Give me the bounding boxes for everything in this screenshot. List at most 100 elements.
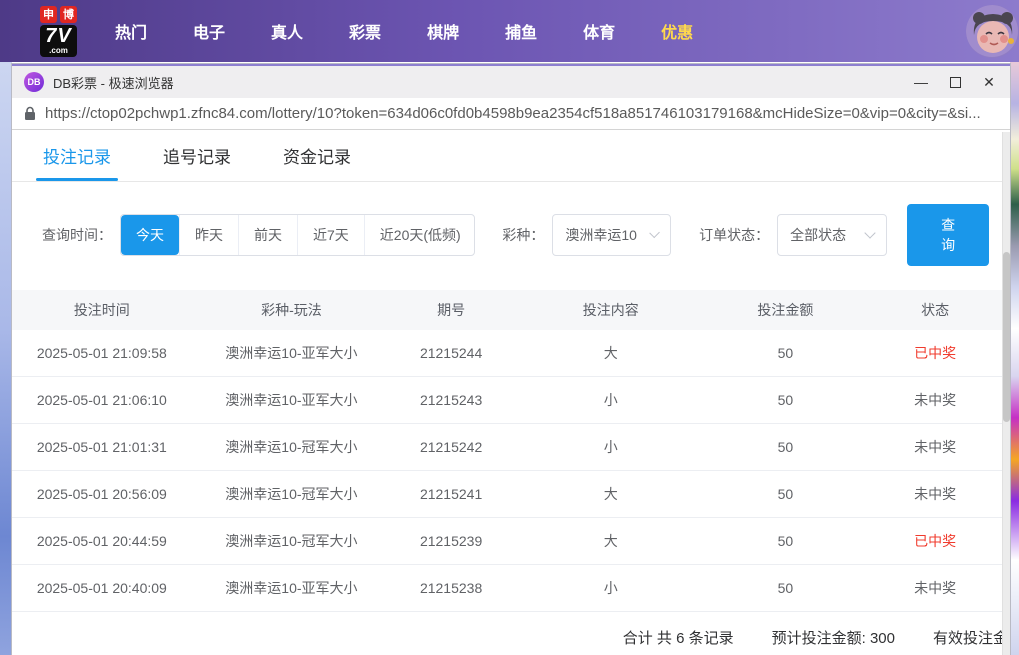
table-row: 2025-05-01 21:01:31 澳洲幸运10-冠军大小 21215242… [12, 423, 1010, 471]
site-header: 申 博 7V .com 热门 电子 真人 彩票 棋牌 捕鱼 体育 优惠 [0, 0, 1019, 62]
scrollbar-thumb[interactable] [1003, 252, 1010, 422]
cell-play-type: 澳洲幸运10-冠军大小 [191, 517, 392, 565]
cell-status: 未中奖 [860, 376, 1010, 424]
cell-bet-time: 2025-05-01 20:56:09 [12, 470, 192, 518]
cell-issue: 21215242 [391, 423, 511, 471]
browser-app-icon: DB [24, 72, 44, 92]
tab-bet-records[interactable]: 投注记录 [36, 130, 118, 181]
close-button[interactable]: ✕ [972, 68, 1006, 96]
tab-fund-records[interactable]: 资金记录 [280, 130, 354, 181]
header-play-type: 彩种-玩法 [191, 290, 392, 330]
window-controls: — ✕ [904, 68, 1006, 96]
cell-bet-amount: 50 [710, 470, 861, 518]
cell-play-type: 澳洲幸运10-亚军大小 [191, 376, 392, 424]
time-filter-label: 查询时间： [42, 227, 112, 243]
window-title: DB彩票 - 极速浏览器 [53, 75, 174, 91]
chevron-down-icon [864, 227, 876, 239]
cell-bet-amount: 50 [710, 564, 861, 612]
header-bet-content: 投注内容 [510, 290, 711, 330]
chevron-down-icon [649, 227, 661, 239]
logo-brand-text: 7V [45, 24, 72, 47]
nav-item-slots[interactable]: 电子 [193, 19, 225, 43]
order-status-select[interactable]: 全部状态 [777, 214, 888, 256]
cell-issue: 21215241 [391, 470, 511, 518]
cell-bet-content: 大 [510, 330, 711, 377]
cell-play-type: 澳洲幸运10-冠军大小 [191, 423, 392, 471]
user-avatar[interactable] [966, 5, 1019, 58]
url-bar[interactable]: https://ctop02pchwp1.zfnc84.com/lottery/… [12, 98, 1010, 130]
logo-badges: 申 博 [40, 5, 77, 23]
nav-item-promos[interactable]: 优惠 [661, 19, 693, 43]
cell-issue: 21215238 [391, 564, 511, 612]
logo-badge-shen: 申 [40, 5, 57, 23]
site-logo[interactable]: 申 博 7V .com [40, 5, 77, 57]
header-bet-amount: 投注金额 [710, 290, 861, 330]
table-row: 2025-05-01 21:09:58 澳洲幸运10-亚军大小 21215244… [12, 330, 1010, 377]
window-titlebar: DB DB彩票 - 极速浏览器 — ✕ [12, 66, 1010, 98]
tab-chase-records[interactable]: 追号记录 [160, 130, 234, 181]
header-issue: 期号 [391, 290, 511, 330]
summary-expected-amount: 预计投注金额: 300 [771, 630, 895, 647]
page-content: 投注记录 追号记录 资金记录 查询时间： 今天 昨天 前天 近7天 近20天(低… [12, 130, 1010, 655]
status-filter-label: 订单状态： [699, 227, 770, 243]
time-option-today[interactable]: 今天 [121, 215, 179, 255]
cell-bet-time: 2025-05-01 21:06:10 [12, 376, 192, 424]
nav-item-live[interactable]: 真人 [271, 19, 303, 43]
order-status-value: 全部状态 [790, 227, 847, 243]
header-status: 状态 [860, 290, 1010, 330]
page-background-left [0, 62, 12, 655]
lock-icon [25, 106, 35, 120]
minimize-button[interactable]: — [904, 68, 938, 96]
cell-bet-content: 小 [510, 376, 711, 424]
browser-window: DB DB彩票 - 极速浏览器 — ✕ https://ctop02pchwp1… [12, 64, 1010, 655]
bet-records-table: 投注时间 彩种-玩法 期号 投注内容 投注金额 状态 2025-05-01 21… [12, 290, 1010, 612]
cell-status: 未中奖 [860, 423, 1010, 471]
cell-issue: 21215239 [391, 517, 511, 565]
avatar-image [966, 5, 1018, 57]
summary-valid-amount: 有效投注金 [932, 630, 1008, 647]
table-header: 投注时间 彩种-玩法 期号 投注内容 投注金额 状态 [12, 290, 1010, 330]
window-scrollbar[interactable] [1002, 132, 1010, 655]
query-button[interactable]: 查询 [907, 204, 989, 266]
time-option-last20days[interactable]: 近20天(低频) [363, 215, 474, 255]
cell-status: 未中奖 [860, 564, 1010, 612]
cell-bet-content: 小 [510, 423, 711, 471]
cell-status: 未中奖 [860, 470, 1010, 518]
table-row: 2025-05-01 21:06:10 澳洲幸运10-亚军大小 21215243… [12, 376, 1010, 424]
nav-item-hot[interactable]: 热门 [115, 19, 147, 43]
cell-bet-amount: 50 [710, 423, 861, 471]
cell-bet-time: 2025-05-01 20:44:59 [12, 517, 192, 565]
nav-item-fishing[interactable]: 捕鱼 [505, 19, 537, 43]
logo-brand-suffix: .com [49, 45, 68, 55]
main-nav: 热门 电子 真人 彩票 棋牌 捕鱼 体育 优惠 [115, 19, 693, 43]
cell-bet-content: 大 [510, 470, 711, 518]
maximize-button[interactable] [938, 68, 972, 96]
cell-status: 已中奖 [860, 517, 1010, 565]
logo-badge-bo: 博 [60, 5, 77, 23]
cell-bet-content: 小 [510, 564, 711, 612]
record-tabs: 投注记录 追号记录 资金记录 [12, 130, 1010, 182]
lottery-select[interactable]: 澳洲幸运10 [552, 214, 672, 256]
lottery-select-value: 澳洲幸运10 [565, 227, 637, 243]
cell-play-type: 澳洲幸运10-冠军大小 [191, 470, 392, 518]
summary-total-records: 合计 共 6 条记录 [622, 630, 734, 647]
cell-issue: 21215244 [391, 330, 511, 377]
cell-issue: 21215243 [391, 376, 511, 424]
cell-bet-amount: 50 [710, 376, 861, 424]
nav-item-boardgames[interactable]: 棋牌 [427, 19, 459, 43]
time-option-yesterday[interactable]: 昨天 [179, 215, 238, 255]
cell-play-type: 澳洲幸运10-亚军大小 [191, 330, 392, 377]
table-row: 2025-05-01 20:40:09 澳洲幸运10-亚军大小 21215238… [12, 564, 1010, 612]
table-row: 2025-05-01 20:56:09 澳洲幸运10-冠军大小 21215241… [12, 470, 1010, 518]
cell-bet-time: 2025-05-01 20:40:09 [12, 564, 192, 612]
header-bet-time: 投注时间 [12, 290, 192, 330]
cell-bet-time: 2025-05-01 21:01:31 [12, 423, 192, 471]
nav-item-sports[interactable]: 体育 [583, 19, 615, 43]
lottery-filter-label: 彩种： [502, 227, 545, 243]
cell-play-type: 澳洲幸运10-亚军大小 [191, 564, 392, 612]
time-option-last7days[interactable]: 近7天 [297, 215, 364, 255]
time-option-day-before[interactable]: 前天 [238, 215, 297, 255]
cell-bet-content: 大 [510, 517, 711, 565]
nav-item-lottery[interactable]: 彩票 [349, 19, 381, 43]
cell-bet-amount: 50 [710, 330, 861, 377]
